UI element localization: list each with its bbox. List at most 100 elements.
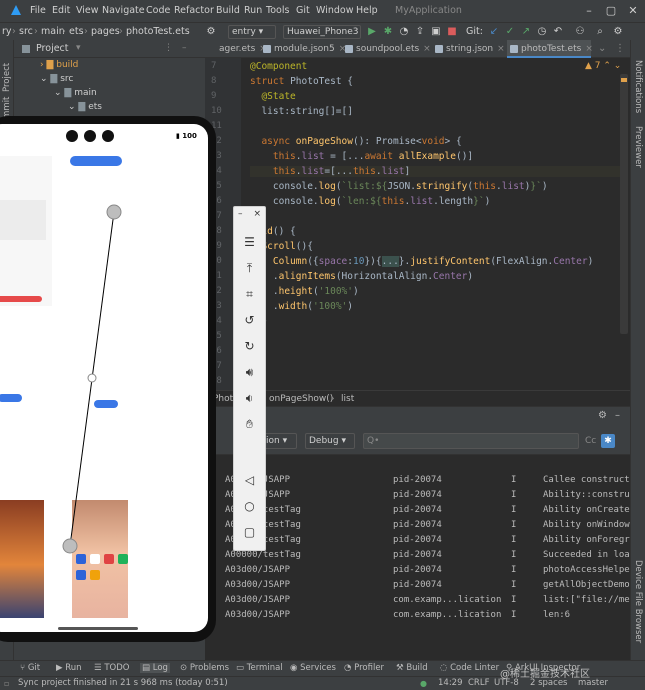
menu-git[interactable]: Git <box>296 5 310 16</box>
tree-item-ets[interactable]: ⌄ ▇ ets <box>68 102 102 112</box>
menu-window[interactable]: Window <box>316 5 353 16</box>
tree-item-main[interactable]: ⌄ ▇ main <box>54 88 97 98</box>
tab-manager[interactable]: ager.ets× <box>205 40 267 58</box>
log-level-select[interactable]: Debug ▾ <box>305 433 355 449</box>
close-icon[interactable]: × <box>234 209 265 219</box>
todo-tool-tab[interactable]: ☰ TODO <box>94 663 129 673</box>
build-tool-tab[interactable]: ⚒ Build <box>396 663 428 673</box>
breadcrumb-root[interactable]: ry <box>2 26 12 37</box>
device-file-browser-tool-tab[interactable]: Device File Browser <box>633 560 643 643</box>
home-icon[interactable]: ○ <box>234 499 265 513</box>
device-manager-icon[interactable]: ▣ <box>430 26 442 38</box>
home-indicator[interactable] <box>58 627 138 630</box>
project-tool-tab[interactable]: Project <box>2 63 12 92</box>
log-settings-icon[interactable]: ⚙ <box>598 410 607 421</box>
regex-toggle-icon[interactable]: ✱ <box>601 434 615 448</box>
menu-navigate[interactable]: Navigate <box>102 5 145 16</box>
tree-item-src[interactable]: ⌄ ▇ src <box>40 74 73 84</box>
log-row[interactable]: A03d00/JSAPP com.examp...lication Ilen:6 <box>205 608 630 623</box>
breadcrumb-ets[interactable]: ets <box>69 26 84 37</box>
hide-panel-icon[interactable]: – <box>615 410 620 421</box>
emulator-screen[interactable]: ▮ 100 <box>0 124 208 632</box>
git-update-icon[interactable]: ↙ <box>488 26 500 38</box>
touch-point-mid[interactable] <box>87 373 97 383</box>
search-everywhere-icon[interactable]: ⌕ <box>594 26 606 38</box>
run-tool-tab[interactable]: ▶ Run <box>56 663 82 673</box>
breadcrumb-pages[interactable]: pages <box>91 26 120 37</box>
log-row[interactable]: A00000/testTagpid-20074IAbility onCreate <box>205 503 630 518</box>
rotate-left-icon[interactable]: ↺ <box>234 313 265 327</box>
match-case-toggle[interactable]: Cc <box>585 436 596 446</box>
pin-top-icon[interactable]: ⤒ <box>234 261 265 276</box>
log-row[interactable]: A00000/testTag pid-20074 I Succeeded in loa <box>205 548 630 563</box>
git-history-icon[interactable]: ◷ <box>536 26 548 38</box>
hide-panel-icon[interactable]: – <box>182 43 187 53</box>
tabs-dropdown-icon[interactable]: ⌄ <box>598 43 606 54</box>
tab-soundpool[interactable]: soundpool.ets × <box>342 40 432 58</box>
menu-help[interactable]: Help <box>356 5 378 16</box>
caret-position[interactable]: 14:29 <box>438 678 463 688</box>
tabs-options-icon[interactable]: ⋮ <box>615 43 625 54</box>
tab-string-json[interactable]: string.json × <box>432 40 507 58</box>
git-push-icon[interactable]: ↗ <box>520 26 532 38</box>
account-icon[interactable]: ⚇ <box>574 26 586 38</box>
maximize-window-icon[interactable]: ▢ <box>602 3 620 19</box>
menu-run[interactable]: Run <box>244 5 262 16</box>
log-row[interactable]: A03d00/JSAPP pid-20074 IgetAllObjectDemo <box>205 578 630 593</box>
git-commit-icon[interactable]: ✓ <box>504 26 516 38</box>
profile-icon[interactable]: ◔ <box>398 26 410 38</box>
services-tool-tab[interactable]: ◉ Services <box>290 663 336 673</box>
rotate-right-icon[interactable]: ↻ <box>234 339 265 353</box>
close-icon[interactable]: × <box>585 44 593 54</box>
log-row[interactable]: A00000/testTagpid-20074IAbility onForegr <box>205 533 630 548</box>
git-tool-tab[interactable]: ⑂ Git <box>20 663 40 673</box>
menu-code[interactable]: Code <box>146 5 170 16</box>
run-icon[interactable]: ▶ <box>366 26 378 38</box>
log-search-input[interactable]: Q• <box>363 433 579 449</box>
menu-tools[interactable]: Tools <box>266 5 289 16</box>
log-row[interactable]: A03d00/JSAPPpid-20074IAbility::constru <box>205 488 630 503</box>
profiler-tool-tab[interactable]: ◔ Profiler <box>344 663 384 673</box>
log-row[interactable]: A03d00/JSAPP pid-20074 IphotoAccessHelpe <box>205 563 630 578</box>
log-tool-tab[interactable]: ▤ Log <box>140 663 170 673</box>
back-icon[interactable]: ◁ <box>234 473 265 487</box>
stop-icon[interactable]: ■ <box>446 26 458 38</box>
breadcrumb-method[interactable]: onPageShow() <box>269 394 333 404</box>
tab-photo-test[interactable]: photoTest.ets × <box>507 40 593 58</box>
log-row[interactable]: A03d00/JSAPPpid-20074ICallee construct <box>205 473 630 488</box>
menu-view[interactable]: View <box>76 5 99 16</box>
attach-icon[interactable]: ⇪ <box>414 26 426 38</box>
close-icon[interactable]: × <box>497 44 505 54</box>
status-message[interactable]: Sync project finished in 21 s 968 ms (to… <box>18 678 228 688</box>
breadcrumb-file[interactable]: photoTest.ets <box>126 26 190 37</box>
volume-up-icon[interactable]: 🔊︎ <box>234 365 265 380</box>
menu-icon[interactable]: ☰ <box>234 235 265 249</box>
warning-indicator[interactable]: ▲ 7 ⌃ ⌄ <box>585 61 621 71</box>
code-linter-tool-tab[interactable]: ◌ Code Linter <box>440 663 499 673</box>
run-config-select[interactable]: entry ▾ <box>228 25 276 39</box>
settings-icon[interactable]: ⚙ <box>205 26 217 38</box>
previewer-tool-tab[interactable]: Previewer <box>633 126 643 168</box>
crop-icon[interactable]: ⌗ <box>234 287 265 302</box>
close-window-icon[interactable]: ✕ <box>624 3 642 19</box>
ide-settings-icon[interactable]: ⚙ <box>612 26 624 38</box>
chevron-down-icon[interactable]: ▾ <box>76 43 81 53</box>
breadcrumb-src[interactable]: src <box>19 26 33 37</box>
debug-icon[interactable]: ✱ <box>382 26 394 38</box>
editor-scrollbar[interactable] <box>620 74 628 334</box>
gesture-icon[interactable]: ✋︎ <box>234 417 265 432</box>
git-rollback-icon[interactable]: ↶ <box>552 26 564 38</box>
device-select[interactable]: Huawei_Phone3 ▾ <box>283 25 361 49</box>
project-panel-title[interactable]: Project <box>36 43 69 54</box>
notifications-tool-tab[interactable]: Notifications <box>633 60 643 113</box>
menu-build[interactable]: Build <box>216 5 240 16</box>
menu-edit[interactable]: Edit <box>52 5 70 16</box>
menu-file[interactable]: File <box>30 5 46 16</box>
problems-tool-tab[interactable]: ⊙ Problems <box>180 663 229 673</box>
log-row[interactable]: A00000/testTagpid-20074IAbility onWindow <box>205 518 630 533</box>
touch-point-end[interactable] <box>62 538 78 554</box>
code-editor[interactable]: 7 8 9 10 11 12 13 14 15 16 17 18 19 20 2… <box>205 58 630 390</box>
warning-marker[interactable] <box>621 78 627 82</box>
line-separator[interactable]: CRLF <box>468 678 489 688</box>
tree-item-build[interactable]: › ▇ build <box>40 60 78 70</box>
